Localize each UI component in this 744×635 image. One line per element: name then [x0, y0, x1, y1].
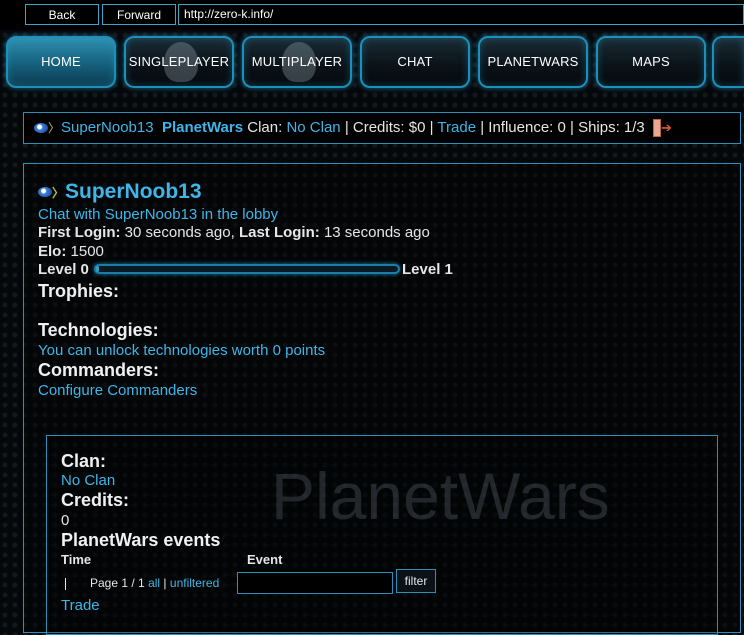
last-login-label: Last Login:: [238, 224, 320, 241]
menu-maps-label: MAPS: [632, 54, 670, 69]
last-login-value: 13 seconds ago: [323, 224, 430, 241]
menu-planetwars-label: PLANETWARS: [487, 54, 579, 69]
username-link[interactable]: SuperNoob13: [61, 119, 154, 136]
chat-lobby-link[interactable]: Chat with SuperNoob13 in the lobby: [38, 206, 278, 223]
menu-home-button[interactable]: HOME: [6, 36, 116, 88]
trophies-heading: Trophies:: [38, 281, 120, 301]
influence-ships-text: | Influence: 0 | Ships: 1/3: [480, 119, 645, 136]
pw-events-heading: PlanetWars events: [61, 530, 221, 550]
trade-link[interactable]: Trade: [437, 119, 476, 136]
main-menu: HOME SINGLEPLAYER MULTIPLAYER CHAT PLANE…: [0, 30, 744, 94]
filter-button[interactable]: filter: [396, 569, 436, 593]
menu-multiplayer-button[interactable]: MULTIPLAYER: [242, 36, 352, 88]
pw-credits-heading: Credits:: [61, 490, 130, 510]
commanders-heading: Commanders:: [38, 360, 160, 380]
elo-label: Elo:: [38, 243, 67, 260]
menu-singleplayer-button[interactable]: SINGLEPLAYER: [124, 36, 234, 88]
login-info: First Login: 30 seconds ago, Last Login:…: [38, 224, 430, 241]
page-text: Page 1 / 1: [90, 576, 145, 590]
level-from: Level 0: [38, 261, 89, 278]
planetwars-box: PlanetWars Clan: No Clan Credits: 0 Plan…: [46, 435, 718, 635]
pw-clan-link[interactable]: No Clan: [61, 472, 115, 489]
menu-singleplayer-label: SINGLEPLAYER: [128, 54, 230, 69]
pw-clan-heading: Clan:: [61, 451, 106, 471]
menu-next-button[interactable]: [712, 36, 744, 88]
level-progress-bar: [94, 264, 400, 274]
events-col-event: Event: [247, 552, 283, 567]
elo-info: Elo: 1500: [38, 243, 104, 260]
planetwars-label: PlanetWars: [161, 119, 244, 136]
configure-commanders-link[interactable]: Configure Commanders: [38, 382, 197, 399]
all-link[interactable]: all: [148, 576, 160, 590]
first-login-label: First Login:: [38, 224, 121, 241]
profile-name-text: SuperNoob13: [65, 180, 202, 203]
menu-chat-label: CHAT: [397, 54, 433, 69]
events-col-time: Time: [61, 552, 92, 567]
credits-text: | Credits: $0 |: [344, 119, 434, 136]
forward-button[interactable]: Forward: [102, 4, 176, 25]
browser-toolbar: Back Forward http://zero-k.info/: [0, 0, 744, 30]
menu-planetwars-button[interactable]: PLANETWARS: [478, 36, 588, 88]
level-to: Level 1: [402, 261, 453, 278]
unfiltered-link[interactable]: unfiltered: [170, 576, 219, 590]
logout-icon[interactable]: ➔: [652, 119, 675, 138]
elo-value: 1500: [70, 243, 104, 260]
menu-home-label: HOME: [41, 54, 81, 69]
menu-multiplayer-label: MULTIPLAYER: [251, 54, 343, 69]
address-bar[interactable]: http://zero-k.info/: [178, 4, 744, 25]
back-button[interactable]: Back: [25, 4, 99, 25]
first-login-value: 30 seconds ago,: [124, 224, 235, 241]
chevron-rank-icon: 〉: [52, 185, 65, 200]
rank-icon: [34, 123, 48, 134]
technologies-heading: Technologies:: [38, 320, 159, 340]
chevron-rank-icon: 〉: [48, 121, 61, 136]
pager-divider: [65, 577, 66, 590]
rank-icon: [38, 187, 52, 198]
events-pager: Page 1 / 1 all | unfiltered: [61, 576, 219, 590]
events-filter-input[interactable]: [237, 572, 393, 594]
clan-link[interactable]: No Clan: [286, 119, 340, 136]
pw-trade-link[interactable]: Trade: [61, 597, 100, 614]
pw-credits-value: 0: [61, 512, 70, 529]
user-status-bar: 〉SuperNoob13 PlanetWars Clan: No Clan | …: [23, 112, 741, 144]
technologies-link[interactable]: You can unlock technologies worth 0 poin…: [38, 342, 325, 359]
planetwars-watermark: PlanetWars: [271, 459, 610, 533]
menu-maps-button[interactable]: MAPS: [596, 36, 706, 88]
clan-label: Clan:: [247, 119, 283, 136]
pager-separator: |: [163, 576, 167, 590]
profile-name: 〉SuperNoob13: [38, 180, 202, 204]
menu-chat-button[interactable]: CHAT: [360, 36, 470, 88]
level-progress-fill: [96, 266, 100, 272]
